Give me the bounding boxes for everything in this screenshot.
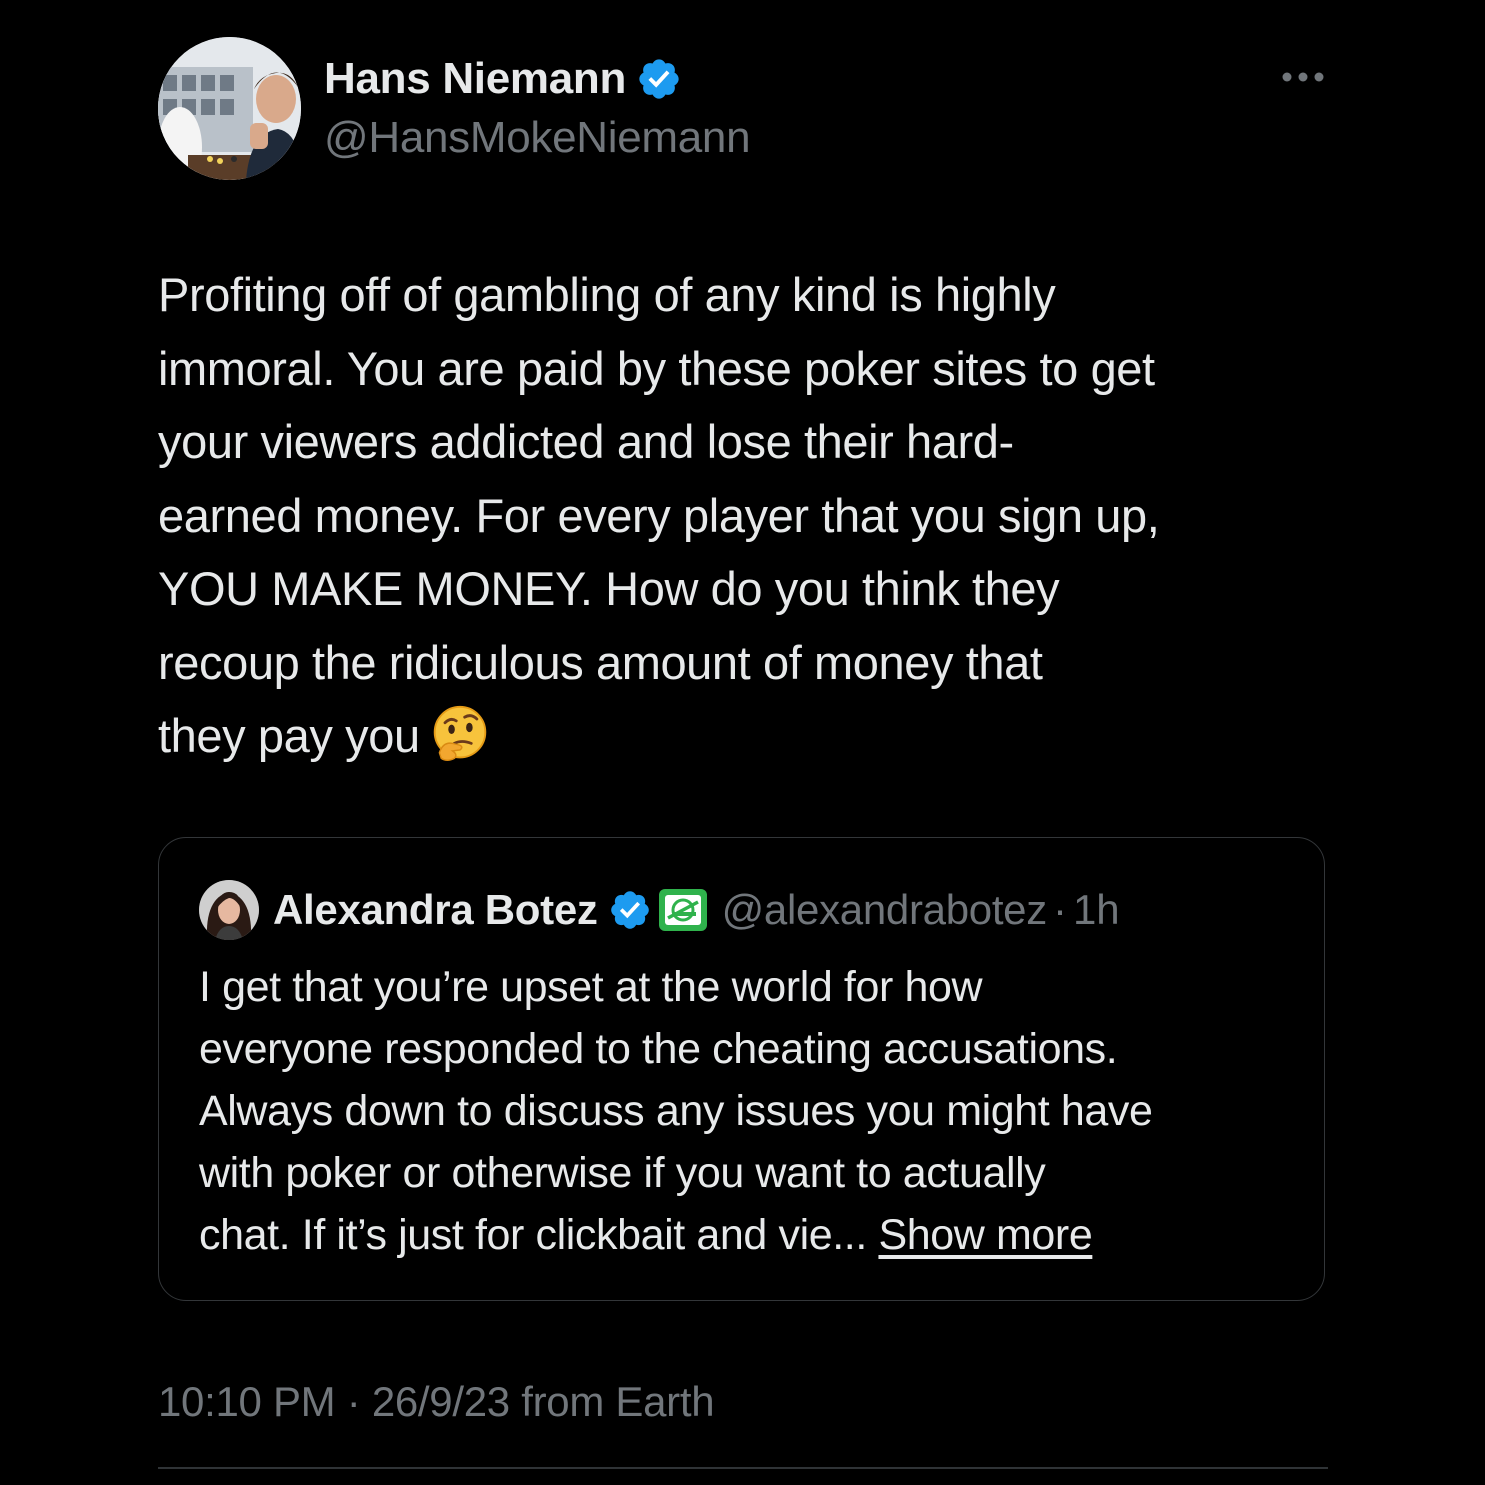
quoted-tweet-card[interactable]: Alexandra Botez @alexandrabotez · 1h I g…: [158, 837, 1325, 1301]
ellipsis-icon: [1282, 72, 1324, 82]
tweet-text-line: they pay you: [158, 709, 420, 762]
tweet-text-line: YOU MAKE MONEY. How do you think they: [158, 562, 1060, 615]
quoted-text-line-last: chat. If it’s just for clickbait and vie…: [199, 1204, 1309, 1266]
quoted-text-line: everyone responded to the cheating accus…: [199, 1025, 1118, 1073]
quoted-author-avatar[interactable]: [199, 880, 259, 940]
profile-photo-icon: [199, 880, 259, 940]
separator-dot: ·: [1052, 886, 1067, 933]
tweet: Hans Niemann @HansMokeNiemann Profiting …: [158, 0, 1328, 1485]
tweet-text-line: recoup the ridiculous amount of money th…: [158, 635, 1043, 689]
quoted-author-handle: @alexandrabotez: [721, 886, 1048, 933]
tweet-text-line: Profiting off of gambling of any kind is…: [158, 268, 1056, 321]
tweet-time[interactable]: 10:10 PM: [158, 1378, 336, 1425]
quoted-author-name: Alexandra Botez: [273, 886, 598, 933]
tweet-text-line: immoral. You are paid by these poker sit…: [158, 341, 1155, 395]
tweet-text-line: earned money. For every player that you …: [158, 488, 1160, 542]
divider: [158, 1467, 1328, 1469]
show-more-link[interactable]: Show more: [878, 1211, 1092, 1259]
tweet-text-line-last: they pay you: [158, 699, 1333, 773]
profile-photo-icon: [158, 37, 301, 180]
author-handle[interactable]: @HansMokeNiemann: [324, 113, 751, 163]
verified-badge-icon: [610, 891, 649, 929]
quoted-text-line: with poker or otherwise if you want to a…: [199, 1149, 1046, 1197]
author-name[interactable]: Hans Niemann: [324, 54, 626, 104]
quoted-tweet-text: I get that you’re upset at the world for…: [199, 956, 1309, 1266]
more-options-button[interactable]: [1276, 62, 1330, 92]
tweet-date[interactable]: 26/9/23: [372, 1378, 510, 1425]
optic-gaming-badge-icon: [658, 889, 707, 931]
thinking-face-icon: [433, 705, 486, 761]
quoted-text-line: I get that you’re upset at the world for…: [199, 963, 983, 1011]
quoted-tweet-header: Alexandra Botez @alexandrabotez · 1h: [199, 880, 1120, 940]
separator-dot: ·: [346, 1378, 361, 1425]
verified-badge-icon: [639, 59, 679, 99]
quoted-tweet-time: 1h: [1072, 886, 1120, 933]
author-avatar[interactable]: [158, 37, 301, 180]
tweet-source: from Earth: [521, 1378, 715, 1425]
tweet-text-line: your viewers addicted and lose their har…: [158, 415, 1014, 468]
author-name-row: Hans Niemann: [324, 52, 682, 106]
quoted-text-line: chat. If it’s just for clickbait and vie…: [199, 1211, 867, 1259]
tweet-timestamp: 10:10 PM · 26/9/23 from Earth: [158, 1378, 715, 1426]
tweet-text: Profiting off of gambling of any kind is…: [158, 258, 1333, 773]
quoted-text-line: Always down to discuss any issues you mi…: [199, 1087, 1153, 1135]
